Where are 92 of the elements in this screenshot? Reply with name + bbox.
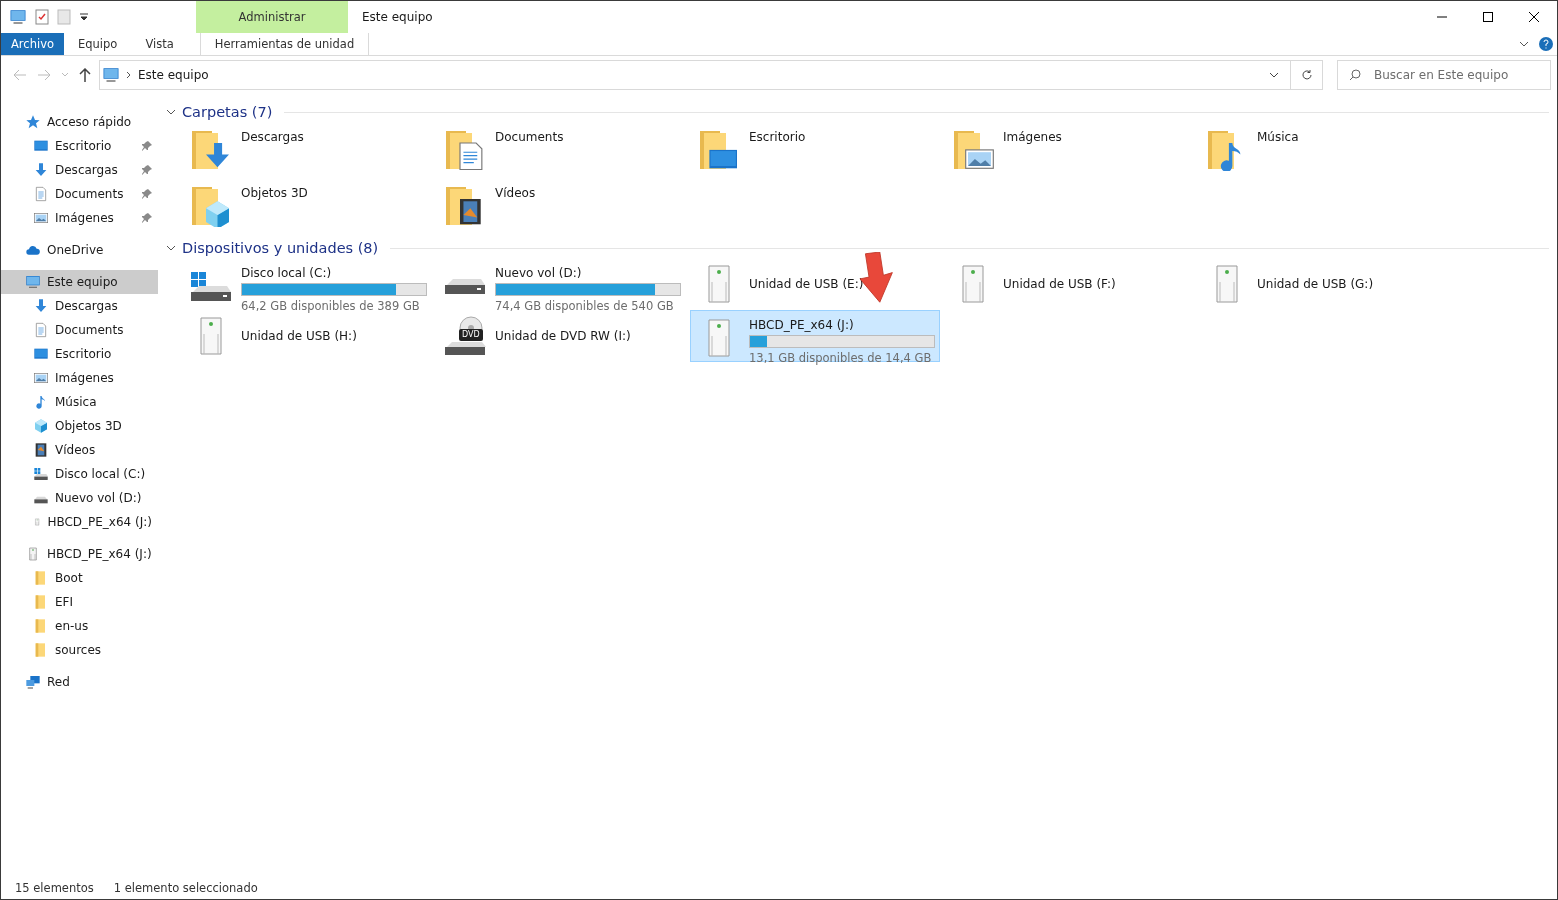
- folder-tile[interactable]: Objetos 3D: [182, 178, 432, 234]
- computer-icon: [25, 274, 41, 290]
- help-icon[interactable]: [1539, 37, 1553, 51]
- forward-button[interactable]: [35, 69, 53, 81]
- folder-tile[interactable]: Escritorio: [690, 122, 940, 178]
- usb-drive-icon: [708, 265, 730, 303]
- usb-drive-icon: [708, 319, 730, 357]
- sidebar-item[interactable]: Descargas: [1, 294, 158, 318]
- sidebar-item[interactable]: Acceso rápido: [1, 110, 158, 134]
- desktop-folder-icon: [698, 129, 740, 171]
- sidebar-item[interactable]: Nuevo vol (D:): [1, 486, 158, 510]
- group-header[interactable]: Dispositivos y unidades (8): [166, 238, 1549, 258]
- windows-drive-icon: [33, 466, 49, 482]
- sidebar-item[interactable]: Descargas: [1, 158, 158, 182]
- up-button[interactable]: [77, 68, 93, 82]
- cube-folder-icon: [190, 185, 232, 227]
- network-icon: [25, 674, 41, 690]
- search-field[interactable]: Buscar en Este equipo: [1337, 60, 1551, 90]
- item-count: 15 elementos: [15, 881, 94, 895]
- sidebar-item[interactable]: OneDrive: [1, 238, 158, 262]
- dvd-badge: DVD: [459, 329, 483, 341]
- image-folder-icon: [952, 129, 994, 171]
- image-icon: [33, 370, 49, 386]
- download-icon: [33, 298, 49, 314]
- drive-tile[interactable]: Unidad de USB (F:): [944, 258, 1194, 310]
- sidebar-item[interactable]: Escritorio: [1, 342, 158, 366]
- back-arrow-icon: [13, 69, 27, 81]
- sidebar-item[interactable]: Música: [1, 390, 158, 414]
- folder-tile[interactable]: Imágenes: [944, 122, 1194, 178]
- group-header[interactable]: Carpetas (7): [166, 102, 1549, 122]
- sidebar-item[interactable]: HBCD_PE_x64 (J:): [1, 510, 158, 534]
- back-button[interactable]: [11, 69, 29, 81]
- star-icon: [25, 114, 41, 130]
- sidebar-item[interactable]: Red: [1, 670, 158, 694]
- computer-icon: [9, 8, 27, 26]
- folder-tile[interactable]: Vídeos: [436, 178, 686, 234]
- expand-ribbon-icon[interactable]: [1519, 39, 1529, 49]
- forward-arrow-icon: [37, 69, 51, 81]
- address-bar[interactable]: Este equipo: [99, 60, 1323, 90]
- usb-drive-icon: [1216, 265, 1238, 303]
- cube-icon: [33, 418, 49, 434]
- search-icon: [1349, 69, 1361, 81]
- customize-menu-icon[interactable]: [79, 12, 89, 22]
- drive-icon: [444, 277, 486, 295]
- up-arrow-icon: [79, 68, 91, 82]
- drive-tile[interactable]: Unidad de USB (G:): [1198, 258, 1448, 310]
- caret-icon: [1269, 72, 1279, 78]
- recent-locations-button[interactable]: [59, 72, 71, 78]
- sidebar-item[interactable]: Vídeos: [1, 438, 158, 462]
- folder-tile[interactable]: Descargas: [182, 122, 432, 178]
- document-icon: [33, 322, 49, 338]
- sidebar-item[interactable]: Imágenes: [1, 366, 158, 390]
- sidebar-item[interactable]: EFI: [1, 590, 158, 614]
- sidebar-item[interactable]: Boot: [1, 566, 158, 590]
- sidebar-item[interactable]: Objetos 3D: [1, 414, 158, 438]
- download-icon: [33, 162, 49, 178]
- breadcrumb-text: Este equipo: [138, 68, 209, 82]
- ribbon-tab[interactable]: Herramientas de unidad: [199, 33, 370, 55]
- sidebar-item[interactable]: Documents: [1, 318, 158, 342]
- breadcrumb-chevron-icon: [126, 71, 132, 79]
- sidebar-item[interactable]: Disco local (C:): [1, 462, 158, 486]
- computer-icon: [102, 66, 120, 84]
- image-icon: [33, 210, 49, 226]
- refresh-icon: [1300, 69, 1313, 81]
- ribbon-tab[interactable]: Vista: [131, 33, 188, 55]
- usb-drive-icon: [200, 317, 222, 355]
- properties-icon[interactable]: [35, 9, 49, 25]
- sidebar-item[interactable]: Imágenes: [1, 206, 158, 230]
- folder-tile[interactable]: Música: [1198, 122, 1448, 178]
- sidebar-item[interactable]: Documents: [1, 182, 158, 206]
- document-icon: [33, 186, 49, 202]
- sidebar-item[interactable]: sources: [1, 638, 158, 662]
- sidebar-item[interactable]: en-us: [1, 614, 158, 638]
- drive-tile[interactable]: Unidad de USB (E:): [690, 258, 940, 310]
- film-icon: [33, 442, 49, 458]
- sidebar-item[interactable]: Escritorio: [1, 134, 158, 158]
- window-title: Este equipo: [361, 9, 434, 26]
- sidebar-item[interactable]: Este equipo: [1, 270, 158, 294]
- windows-drive-icon: [190, 270, 232, 302]
- desktop-icon: [33, 138, 49, 154]
- contextual-tab-label: Administrar: [196, 1, 348, 33]
- sidebar-item[interactable]: HBCD_PE_x64 (J:): [1, 542, 158, 566]
- selection-count: 1 elemento seleccionado: [113, 881, 258, 895]
- close-icon: [1529, 12, 1539, 22]
- caret-icon: [61, 72, 69, 78]
- usb-drive-icon: [962, 265, 984, 303]
- desktop-icon: [33, 346, 49, 362]
- maximize-icon: [1483, 12, 1493, 22]
- folder-tile[interactable]: Documents: [436, 122, 686, 178]
- ribbon-tab[interactable]: Equipo: [64, 33, 132, 55]
- ribbon-tab[interactable]: Archivo: [1, 33, 64, 55]
- document-folder-icon: [444, 129, 486, 171]
